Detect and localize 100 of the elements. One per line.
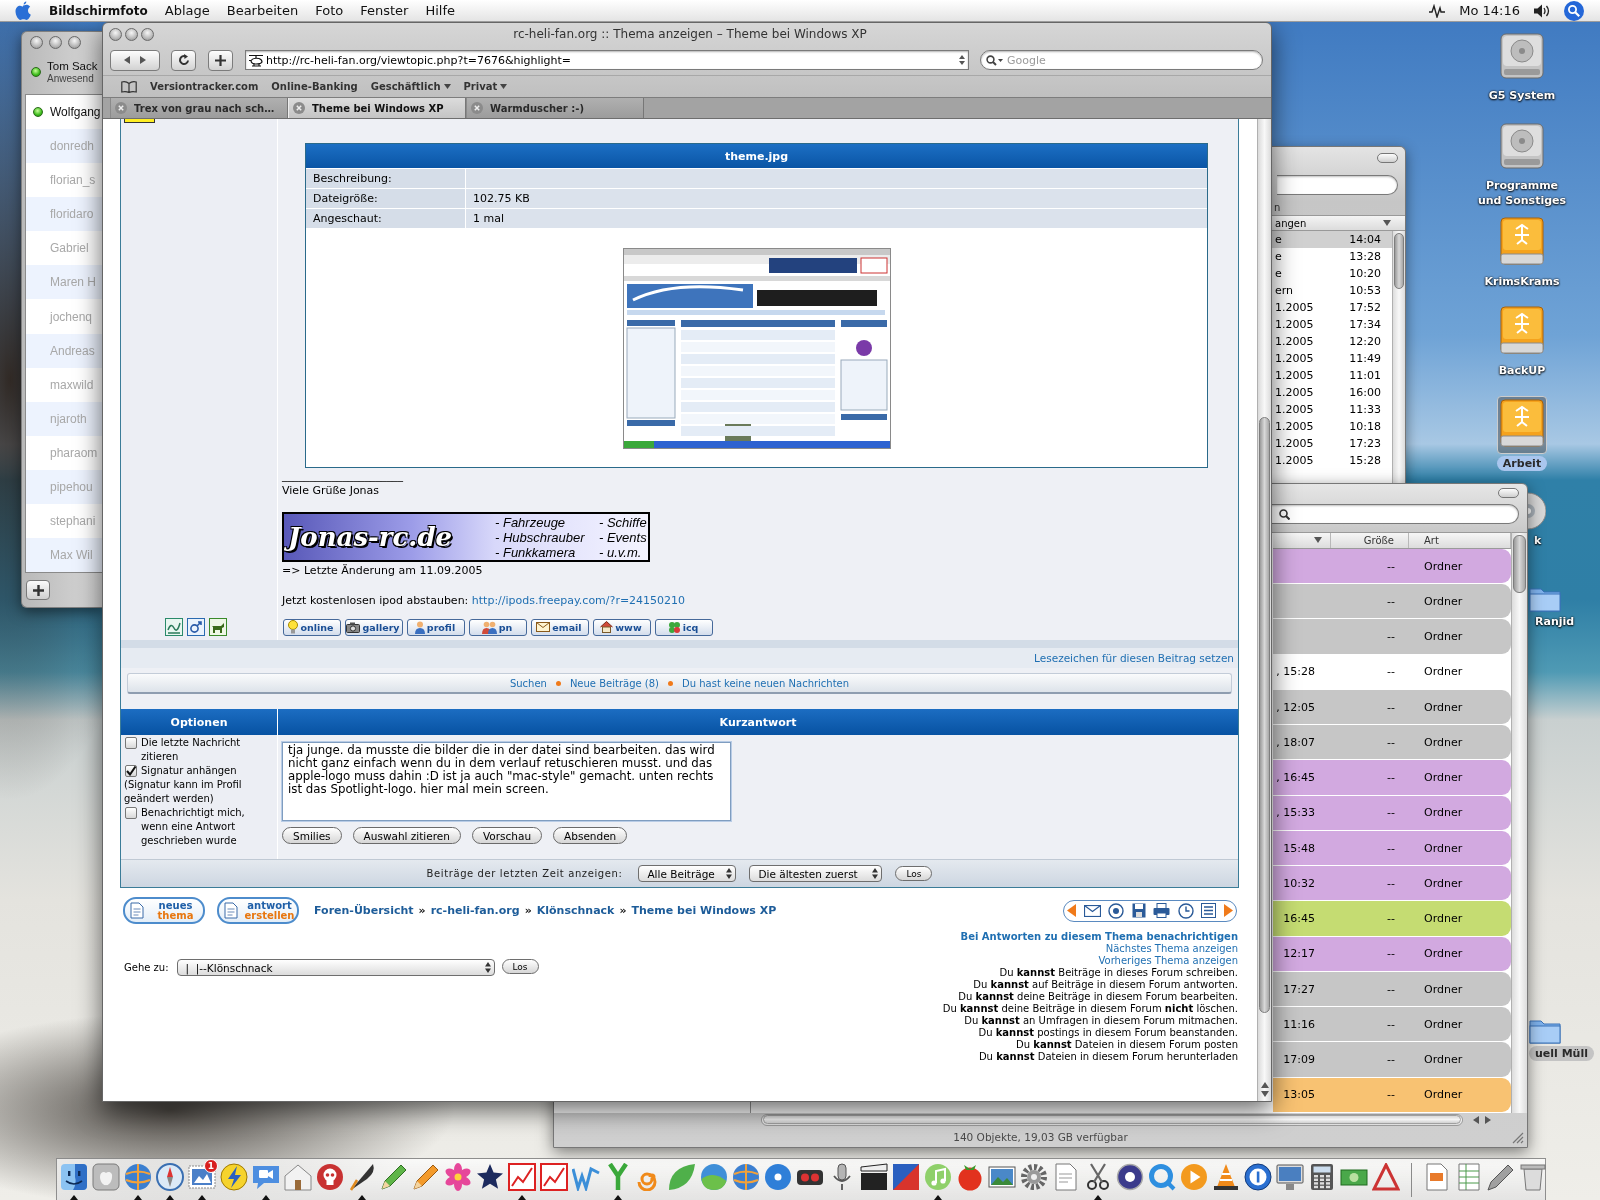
pencil-icon[interactable] [380,1163,408,1191]
file-row[interactable]: 15:48 -- Ordner [1273,830,1511,866]
scissors-icon[interactable] [1084,1163,1112,1191]
chart-icon[interactable] [540,1163,568,1191]
file-row[interactable]: 1.2005 12:20 [1272,333,1392,350]
file-row[interactable]: 1.2005 17:34 [1272,316,1392,333]
file-row[interactable]: 1.2005 11:01 [1272,367,1392,384]
close-button[interactable] [30,35,43,49]
bookmark-link[interactable]: Lesezeichen für diesen Beitrag setzen [1034,652,1234,664]
forward-arrow-icon[interactable] [140,56,146,64]
profile-button[interactable]: profil [407,618,465,636]
scribble-icon[interactable] [165,618,183,636]
scroll-thumb[interactable] [1513,534,1526,593]
close-icon[interactable] [115,102,127,114]
search-field[interactable] [1271,504,1519,524]
file-row[interactable]: , 15:33 -- Ordner [1273,795,1511,830]
breadcrumb-link[interactable]: Theme bei Windows XP [631,904,777,917]
zoom-button[interactable] [68,35,81,49]
browser-tab[interactable]: Trex von grau nach sch… [110,98,288,118]
file-row[interactable]: 1.2005 11:33 [1272,401,1392,418]
file-row[interactable]: , 16:45 -- Ordner [1273,760,1511,795]
signature-banner[interactable]: Jonas-rc.de - Fahrzeuge - Schiffe - Hubschrauber - Events - Funkkamera - u.v.m. [282,512,650,562]
finder-face-icon[interactable] [60,1163,88,1191]
file-row[interactable]: 1.2005 17:52 [1272,299,1392,316]
close-icon[interactable] [471,102,483,114]
volume-icon[interactable] [1534,3,1550,18]
target-icon[interactable] [1108,902,1125,919]
video-bubble-icon[interactable] [252,1163,280,1191]
file-row[interactable]: ern 10:53 [1272,282,1392,299]
file-row[interactable]: 13:05 -- Ordner [1273,1077,1511,1112]
pulse-icon[interactable] [1429,3,1446,18]
buddy-name[interactable]: Wolfgang [50,104,101,119]
diagonal-tile-icon[interactable] [892,1163,920,1191]
menu-item[interactable]: Foto [315,3,344,18]
clapperboard-icon[interactable] [860,1163,888,1191]
scroll-right-arrow-icon[interactable] [1485,1115,1491,1124]
external-drive-icon[interactable] [1500,399,1544,447]
dot-circle-icon[interactable] [1116,1163,1144,1191]
bookmark-item[interactable]: Privat [463,81,508,92]
resize-grip-icon[interactable] [1512,1132,1524,1144]
monitor-icon[interactable] [1276,1163,1304,1191]
minimize-button[interactable] [49,35,62,49]
menu-clock[interactable]: Mo 14:16 [1459,3,1520,18]
dial-icon[interactable] [1244,1163,1272,1191]
icon-label[interactable]: G5 System [1482,88,1562,103]
checkbox[interactable] [125,765,137,777]
profile-button[interactable]: email [531,618,589,636]
reload-button[interactable] [171,49,196,71]
profile-button[interactable]: pn [469,618,527,636]
file-row[interactable]: 1.2005 17:23 [1272,435,1392,452]
sphere-icon[interactable] [700,1163,728,1191]
pen-icon[interactable] [1487,1163,1515,1191]
bookmark-item[interactable]: Versiontracker.com [150,81,259,92]
file-row[interactable]: , 18:07 -- Ordner [1273,725,1511,760]
icon-label[interactable]: uell Müll [1529,1046,1594,1061]
file-row[interactable]: -- Ordner [1273,548,1511,584]
apple-tile-icon[interactable] [92,1163,120,1191]
back-arrow-icon[interactable] [124,56,130,64]
column-header[interactable]: Art [1424,534,1439,546]
chart-icon[interactable] [508,1163,536,1191]
quill-icon[interactable] [348,1163,376,1191]
attachment-title[interactable]: theme.jpg [306,144,1207,168]
profile-button[interactable]: gallery [345,618,403,636]
topic-button[interactable]: neues thema [123,897,205,924]
nav-link[interactable]: Neue Beiträge (8) [569,677,659,689]
stepper-icon[interactable] [959,55,965,65]
file-row[interactable]: 17:27 -- Ordner [1273,971,1511,1007]
icon-label[interactable]: Ranjid [1529,614,1581,629]
external-drive-icon[interactable] [1500,306,1544,354]
toolbar-toggle-button[interactable] [1377,153,1398,163]
promo-link[interactable]: http://ipods.freepay.com/?r=24150210 [471,594,686,607]
file-row[interactable]: 1.2005 15:28 [1272,452,1392,469]
icon-label[interactable]: k [1528,533,1548,548]
male-symbol-icon[interactable] [187,618,205,636]
browser-tab[interactable]: Warmduscher :-) [466,98,644,118]
message-textarea[interactable]: tja junge. da musste die bilder die in der datei sind bearbeiten. das wird nicht ganz einfach wenn du in dem verlauf retuschieren musst. und das apple-logo muss dahin :D ist ja auch "mac-style" gemacht. unten rechts ist das Spotlight-logo. hier mal mein screen. [282,742,731,821]
scroll-left-arrow-icon[interactable] [1473,1115,1479,1124]
form-button[interactable]: Absenden [553,827,628,844]
vertical-scrollbar[interactable] [1511,531,1527,1113]
bookmark-item[interactable]: Online-Banking [271,81,358,92]
photo-icon[interactable] [988,1163,1016,1191]
select-field[interactable]: Alle Beiträge [638,865,737,882]
lightning-icon[interactable] [220,1163,248,1191]
form-button[interactable]: Smilies [282,827,342,844]
breadcrumb-link[interactable]: Foren-Übersicht [314,904,414,917]
traffic-cone-icon[interactable] [1212,1163,1240,1191]
file-row[interactable]: 1.2005 10:18 [1272,418,1392,435]
star-icon[interactable] [476,1163,504,1191]
checkbox[interactable] [125,807,137,819]
file-row[interactable]: e 14:04 [1272,231,1392,248]
gear-icon[interactable] [1020,1163,1048,1191]
open-book-icon[interactable] [121,80,137,93]
scroll-thumb[interactable] [1394,233,1404,289]
apple-logo-icon[interactable] [14,0,32,21]
file-row[interactable]: 1.2005 11:49 [1272,350,1392,367]
zoom-button[interactable] [141,27,154,41]
breadcrumb-link[interactable]: Klönschnack [536,904,615,917]
topic-link[interactable]: Bei Antworten zu diesem Thema benachrichtigen [960,931,1238,943]
topic-button[interactable]: antwort erstellen [217,897,299,924]
vertical-scrollbar[interactable] [1392,231,1405,483]
